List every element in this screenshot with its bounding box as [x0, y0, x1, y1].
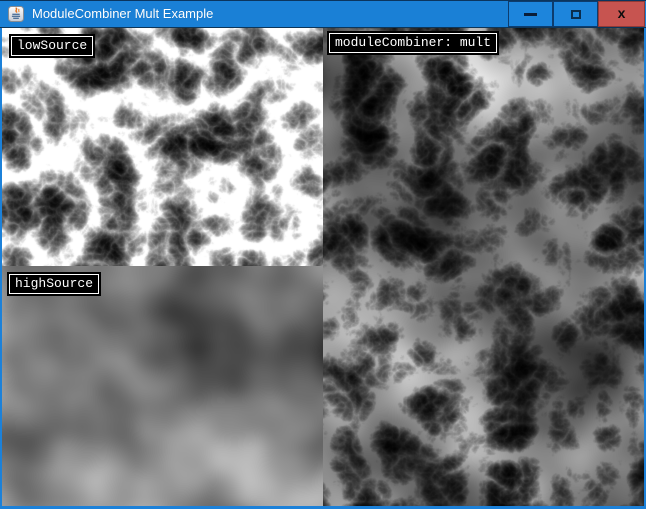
panel-low-source: lowSource: [2, 28, 323, 266]
panel-high-source: highSource: [2, 266, 323, 506]
module-combiner-mult-texture: [323, 28, 644, 506]
maximize-button[interactable]: [553, 1, 598, 27]
module-combiner-mult-label: moduleCombiner: mult: [327, 31, 499, 55]
low-source-label-text: lowSource: [11, 36, 93, 56]
high-source-label-text: highSource: [9, 274, 99, 294]
maximize-icon: [571, 10, 581, 19]
window-title: ModuleCombiner Mult Example: [32, 1, 508, 27]
low-source-texture: [2, 28, 323, 266]
java-app-icon: [8, 6, 24, 22]
titlebar[interactable]: ModuleCombiner Mult Example x: [0, 0, 646, 28]
panel-module-combiner-mult: moduleCombiner: mult: [323, 28, 644, 506]
content-area: lowSource highSource moduleCombiner: mul…: [0, 28, 646, 509]
high-source-texture: [2, 266, 323, 506]
module-combiner-mult-label-text: moduleCombiner: mult: [329, 33, 497, 53]
left-column: lowSource highSource: [2, 28, 323, 506]
minimize-icon: [524, 13, 537, 16]
high-source-label: highSource: [7, 272, 101, 296]
window-controls: x: [508, 1, 645, 27]
close-icon: x: [618, 6, 626, 20]
close-button[interactable]: x: [598, 1, 645, 27]
app-window: ModuleCombiner Mult Example x lowSource: [0, 0, 646, 509]
minimize-button[interactable]: [508, 1, 553, 27]
low-source-label: lowSource: [9, 34, 95, 58]
